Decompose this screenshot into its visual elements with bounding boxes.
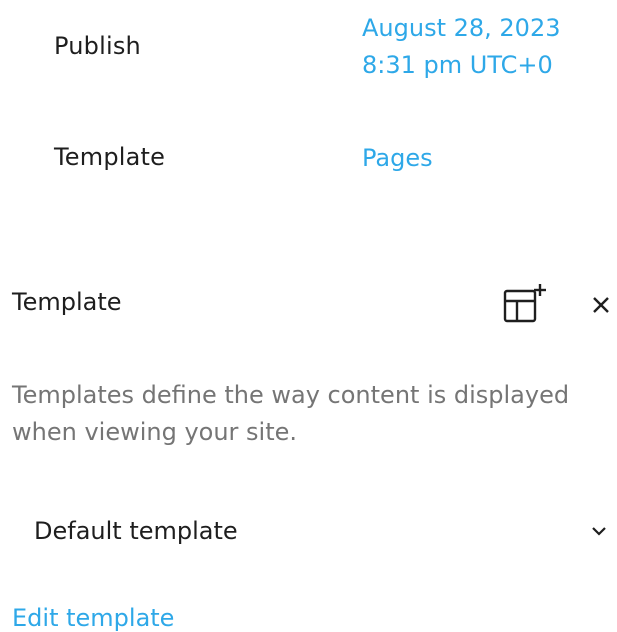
template-label: Template xyxy=(54,143,166,171)
publish-date: August 28, 2023 xyxy=(362,14,561,42)
publish-date-button[interactable]: August 28, 2023 8:31 pm UTC+0 xyxy=(362,10,561,84)
chevron-down-icon xyxy=(590,523,608,542)
template-select[interactable]: Default template xyxy=(12,505,612,561)
add-template-icon xyxy=(503,284,546,323)
add-template-button[interactable] xyxy=(501,283,549,327)
panel-title: Template xyxy=(12,288,122,316)
publish-label: Publish xyxy=(54,32,141,60)
close-button[interactable] xyxy=(586,290,616,320)
edit-template-link[interactable]: Edit template xyxy=(12,604,174,632)
panel-description: Templates define the way content is disp… xyxy=(12,381,570,446)
publish-time: 8:31 pm UTC+0 xyxy=(362,51,553,79)
close-icon xyxy=(593,297,609,313)
template-select-value: Default template xyxy=(34,517,238,545)
template-value-button[interactable]: Pages xyxy=(362,140,433,177)
